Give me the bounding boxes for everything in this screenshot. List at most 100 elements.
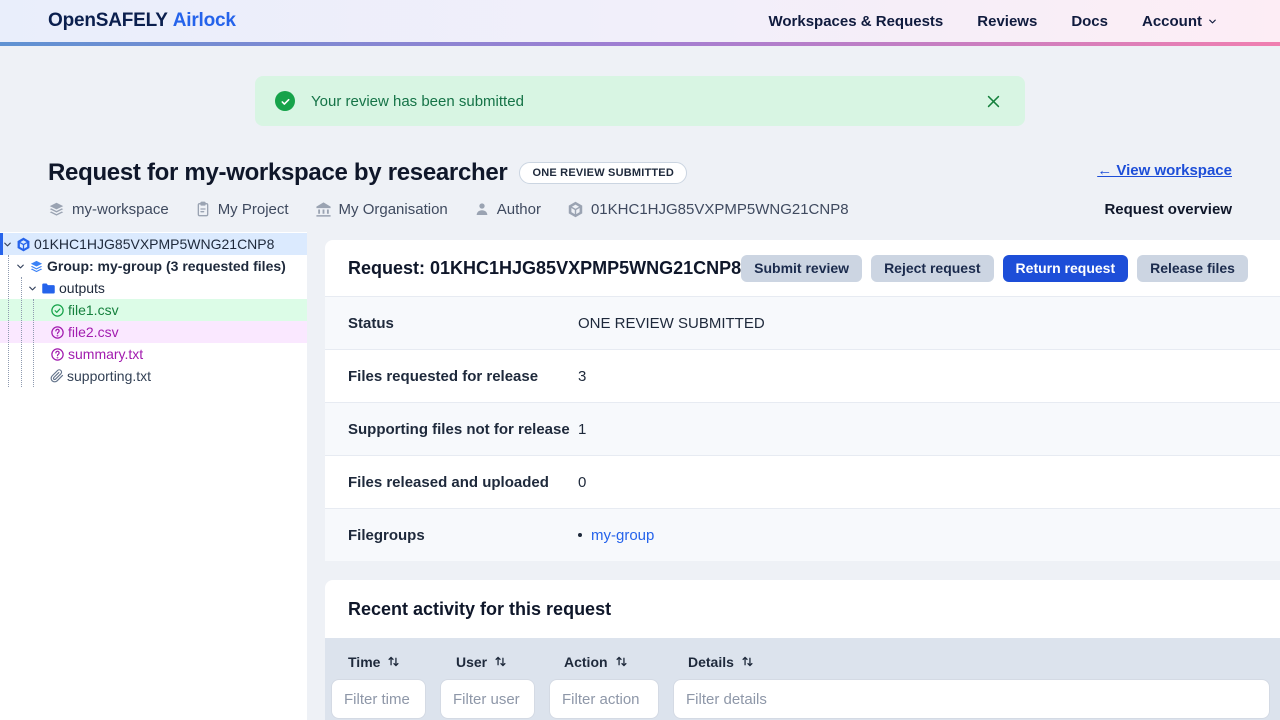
detail-row-supporting-files: Supporting files not for release 1: [325, 402, 1280, 455]
meta-organisation: My Organisation: [315, 201, 448, 218]
detail-row-files-released: Files released and uploaded 0: [325, 455, 1280, 508]
chevron-down-icon[interactable]: [2, 239, 13, 250]
tree-file-file2[interactable]: file2.csv: [0, 321, 307, 343]
bullet-dot: [578, 533, 582, 537]
meta-author: Author: [474, 201, 541, 218]
tree-file-label: file2.csv: [68, 324, 119, 340]
detail-value: 0: [578, 474, 586, 491]
layers-icon: [29, 259, 44, 274]
filter-action-input[interactable]: [549, 679, 659, 719]
accent-gradient-bar: [0, 42, 1280, 46]
return-request-button[interactable]: Return request: [1003, 255, 1129, 282]
activity-table: Time User Action: [325, 638, 1280, 720]
question-circle-icon: [50, 347, 65, 362]
chevron-down-icon[interactable]: [27, 283, 38, 294]
request-overview-card: Request: 01KHC1HJG85VXPMP5WNG21CNP8 Subm…: [325, 240, 1280, 561]
view-workspace-link[interactable]: ← View workspace: [1097, 162, 1232, 179]
nav-reviews[interactable]: Reviews: [977, 13, 1037, 30]
user-icon: [474, 201, 490, 217]
tree-group-my-group[interactable]: Group: my-group (3 requested files): [0, 255, 307, 277]
tree-root-label: 01KHC1HJG85VXPMP5WNG21CNP8: [34, 236, 274, 252]
filter-user-input[interactable]: [440, 679, 535, 719]
sort-icon: [615, 655, 628, 668]
cube-icon: [16, 237, 31, 252]
logo-opensafely: OpenSAFELY: [48, 10, 168, 31]
sort-icon: [741, 655, 754, 668]
filter-details-input[interactable]: [673, 679, 1270, 719]
status-badge: ONE REVIEW SUBMITTED: [519, 162, 687, 184]
page-title: Request for my-workspace by researcher: [48, 158, 507, 187]
title-line: Request for my-workspace by researcher O…: [48, 158, 687, 187]
logo-airlock: Airlock: [173, 10, 236, 31]
detail-label: Status: [348, 315, 578, 332]
nav-docs[interactable]: Docs: [1071, 13, 1108, 30]
question-circle-icon: [50, 325, 65, 340]
check-circle-icon: [275, 91, 295, 111]
tree-file-label: file1.csv: [68, 302, 119, 318]
detail-label: Files released and uploaded: [348, 474, 578, 491]
detail-row-filegroups: Filegroups my-group: [325, 508, 1280, 561]
main-panel: Request: 01KHC1HJG85VXPMP5WNG21CNP8 Subm…: [325, 232, 1280, 720]
nav-workspaces-requests[interactable]: Workspaces & Requests: [768, 13, 943, 30]
content-area: 01KHC1HJG85VXPMP5WNG21CNP8 Group: my-gro…: [0, 232, 1280, 720]
tree-file-file1[interactable]: file1.csv: [0, 299, 307, 321]
filegroup-my-group-link[interactable]: my-group: [591, 527, 654, 544]
detail-label: Files requested for release: [348, 368, 578, 385]
paperclip-icon: [50, 369, 64, 383]
meta-request-id: 01KHC1HJG85VXPMP5WNG21CNP8: [567, 201, 849, 218]
column-header-action[interactable]: Action: [564, 654, 688, 670]
main-nav: Workspaces & Requests Reviews Docs Accou…: [768, 13, 1218, 30]
folder-icon: [41, 281, 56, 296]
cube-icon: [567, 201, 584, 218]
submit-review-button[interactable]: Submit review: [741, 255, 862, 282]
tree-root-request[interactable]: 01KHC1HJG85VXPMP5WNG21CNP8: [0, 233, 307, 255]
page-header: Request for my-workspace by researcher O…: [0, 126, 1280, 187]
request-details-table: Status ONE REVIEW SUBMITTED Files reques…: [325, 296, 1280, 561]
tree-file-label: supporting.txt: [67, 368, 151, 384]
column-header-user[interactable]: User: [456, 654, 564, 670]
column-header-time[interactable]: Time: [348, 654, 456, 670]
request-action-buttons: Submit review Reject request Return requ…: [741, 255, 1248, 282]
detail-label: Supporting files not for release: [348, 421, 578, 438]
detail-row-status: Status ONE REVIEW SUBMITTED: [325, 296, 1280, 349]
request-card-title: Request: 01KHC1HJG85VXPMP5WNG21CNP8: [348, 258, 741, 279]
tree-folder-label: outputs: [59, 280, 105, 296]
tree-file-summary[interactable]: summary.txt: [0, 343, 307, 365]
tree-folder-outputs[interactable]: outputs: [0, 277, 307, 299]
tree-guide-line: [21, 277, 22, 387]
filter-time-input[interactable]: [331, 679, 426, 719]
reject-request-button[interactable]: Reject request: [871, 255, 993, 282]
request-meta-row: my-workspace My Project My Organisation …: [0, 187, 1280, 219]
clipboard-icon: [195, 201, 211, 217]
recent-activity-title: Recent activity for this request: [325, 580, 1280, 638]
detail-label: Filegroups: [348, 527, 578, 544]
meta-items: my-workspace My Project My Organisation …: [48, 201, 849, 218]
tree-guide-line: [33, 299, 34, 387]
file-tree-sidebar: 01KHC1HJG85VXPMP5WNG21CNP8 Group: my-gro…: [0, 232, 307, 720]
detail-value: 3: [578, 368, 586, 385]
chevron-down-icon[interactable]: [15, 261, 26, 272]
detail-row-files-requested: Files requested for release 3: [325, 349, 1280, 402]
activity-table-header-row: Time User Action: [325, 647, 1280, 676]
detail-value: my-group: [578, 527, 654, 544]
column-header-details[interactable]: Details: [688, 654, 1280, 670]
tree-file-label: summary.txt: [68, 346, 143, 362]
check-circle-icon: [50, 303, 65, 318]
nav-account-menu[interactable]: Account: [1142, 13, 1218, 30]
request-overview-label: Request overview: [1104, 201, 1232, 218]
tree-guide-line: [8, 255, 9, 387]
close-icon[interactable]: [983, 91, 1004, 112]
detail-value: 1: [578, 421, 586, 438]
layers-icon: [48, 201, 65, 218]
request-card-header: Request: 01KHC1HJG85VXPMP5WNG21CNP8 Subm…: [325, 240, 1280, 296]
detail-value: ONE REVIEW SUBMITTED: [578, 315, 765, 332]
app-logo[interactable]: OpenSAFELYAirlock: [48, 10, 236, 32]
chevron-down-icon: [1207, 16, 1218, 27]
meta-workspace: my-workspace: [48, 201, 169, 218]
release-files-button[interactable]: Release files: [1137, 255, 1248, 282]
tree-file-supporting[interactable]: supporting.txt: [0, 365, 307, 387]
tree-group-label: Group: my-group (3 requested files): [47, 258, 286, 274]
meta-project: My Project: [195, 201, 289, 218]
toast-message: Your review has been submitted: [311, 93, 524, 110]
recent-activity-card: Recent activity for this request Time Us…: [325, 580, 1280, 720]
